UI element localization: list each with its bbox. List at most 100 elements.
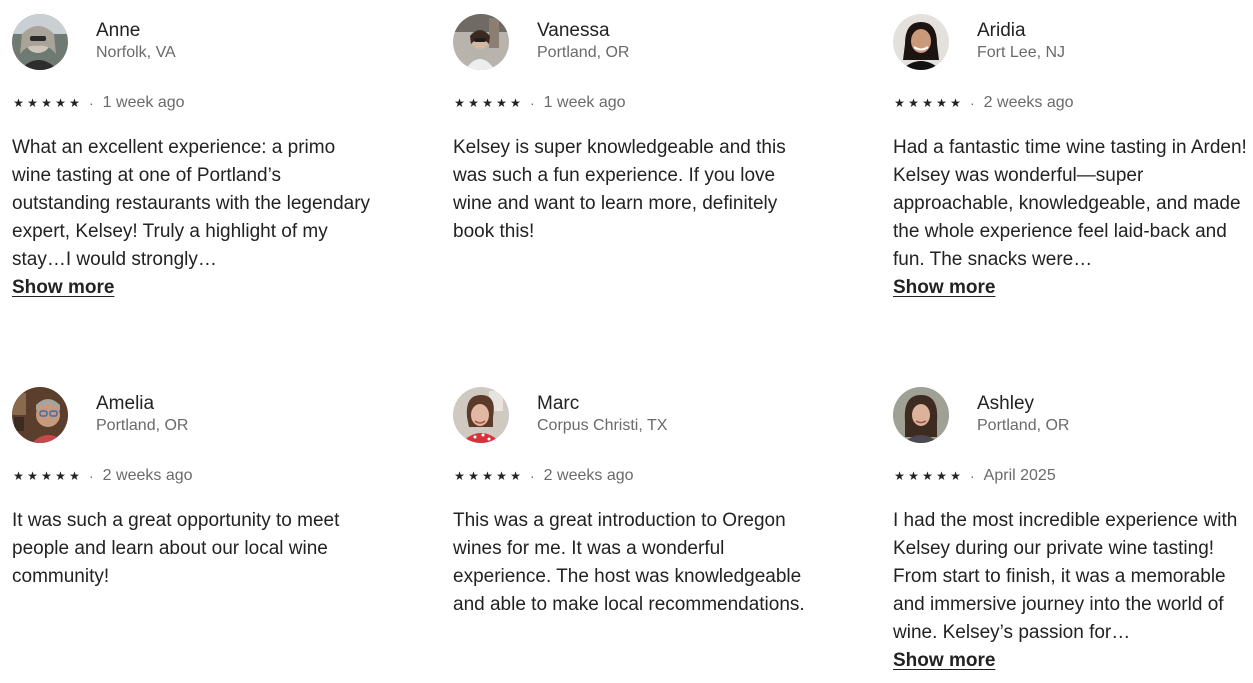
- reviewer-name[interactable]: Amelia: [96, 392, 188, 416]
- star-icon: ★: [510, 96, 521, 110]
- review-header: Aridia Fort Lee, NJ: [893, 14, 1249, 70]
- separator-dot: ·: [89, 95, 94, 111]
- separator-dot: ·: [970, 468, 975, 484]
- review-meta: ★ ★ ★ ★ ★ · 1 week ago: [12, 92, 372, 114]
- avatar-photo: [12, 14, 68, 70]
- star-icon: ★: [55, 469, 66, 483]
- reviewer-info: Anne Norfolk, VA: [96, 19, 176, 63]
- star-icon: ★: [950, 96, 961, 110]
- star-icon: ★: [41, 96, 52, 110]
- star-rating: ★ ★ ★ ★ ★: [893, 97, 962, 109]
- review-date: 1 week ago: [102, 94, 185, 111]
- reviewer-info: Marc Corpus Christi, TX: [537, 392, 667, 436]
- avatar[interactable]: [453, 387, 509, 443]
- star-rating: ★ ★ ★ ★ ★: [893, 470, 962, 482]
- star-icon: ★: [936, 96, 947, 110]
- review-card: Aridia Fort Lee, NJ ★ ★ ★ ★ ★ · 2 weeks ago …: [893, 14, 1249, 302]
- star-icon: ★: [908, 469, 919, 483]
- star-icon: ★: [454, 96, 465, 110]
- reviewer-name[interactable]: Ashley: [977, 392, 1069, 416]
- review-text: I had the most incredible experience wit…: [893, 510, 1238, 643]
- star-icon: ★: [496, 469, 507, 483]
- reviewer-location: Corpus Christi, TX: [537, 416, 668, 434]
- review-date: 2 weeks ago: [102, 467, 193, 484]
- review-card: Amelia Portland, OR ★ ★ ★ ★ ★ · 2 weeks ago …: [12, 387, 382, 591]
- show-more-link[interactable]: Show more: [893, 647, 995, 675]
- separator-dot: ·: [530, 468, 535, 484]
- review-meta: ★ ★ ★ ★ ★ · 1 week ago: [453, 92, 815, 114]
- reviewer-name[interactable]: Anne: [96, 19, 176, 43]
- avatar-photo: [12, 387, 68, 443]
- star-rating: ★ ★ ★ ★ ★: [12, 470, 81, 482]
- avatar-photo: [453, 387, 509, 443]
- star-icon: ★: [27, 96, 38, 110]
- star-icon: ★: [894, 469, 905, 483]
- review-meta: ★ ★ ★ ★ ★ · April 2025: [893, 465, 1251, 487]
- review-date: 2 weeks ago: [543, 467, 634, 484]
- reviews-grid: Anne Norfolk, VA ★ ★ ★ ★ ★ · 1 week ago What…: [0, 0, 1253, 683]
- star-icon: ★: [496, 96, 507, 110]
- star-icon: ★: [468, 96, 479, 110]
- reviewer-location: Portland, OR: [537, 43, 630, 61]
- avatar[interactable]: [12, 14, 68, 70]
- star-icon: ★: [936, 469, 947, 483]
- show-more-link[interactable]: Show more: [893, 274, 995, 302]
- reviewer-location: Fort Lee, NJ: [977, 43, 1066, 61]
- reviewer-name[interactable]: Vanessa: [537, 19, 629, 43]
- review-card: Marc Corpus Christi, TX ★ ★ ★ ★ ★ · 2 weeks …: [453, 387, 823, 619]
- reviewer-location: Portland, OR: [96, 416, 189, 434]
- star-icon: ★: [468, 469, 479, 483]
- separator-dot: ·: [530, 95, 535, 111]
- star-rating: ★ ★ ★ ★ ★: [453, 470, 522, 482]
- review-text: Kelsey is super knowledgeable and this w…: [453, 137, 786, 242]
- avatar-photo: [893, 14, 949, 70]
- reviewer-info: Amelia Portland, OR: [96, 392, 188, 436]
- avatar[interactable]: [453, 14, 509, 70]
- review-header: Vanessa Portland, OR: [453, 14, 815, 70]
- star-rating: ★ ★ ★ ★ ★: [453, 97, 522, 109]
- separator-dot: ·: [970, 95, 975, 111]
- reviewer-name[interactable]: Aridia: [977, 19, 1065, 43]
- star-rating: ★ ★ ★ ★ ★: [12, 97, 81, 109]
- avatar-photo: [453, 14, 509, 70]
- star-icon: ★: [55, 96, 66, 110]
- reviewer-info: Aridia Fort Lee, NJ: [977, 19, 1065, 63]
- review-date: 1 week ago: [543, 94, 626, 111]
- avatar[interactable]: [893, 14, 949, 70]
- star-icon: ★: [922, 469, 933, 483]
- review-date: 2 weeks ago: [983, 94, 1074, 111]
- review-header: Anne Norfolk, VA: [12, 14, 372, 70]
- reviewer-location: Norfolk, VA: [96, 43, 176, 61]
- star-icon: ★: [13, 469, 24, 483]
- star-icon: ★: [482, 469, 493, 483]
- star-icon: ★: [510, 469, 521, 483]
- avatar[interactable]: [12, 387, 68, 443]
- reviewer-name[interactable]: Marc: [537, 392, 667, 416]
- reviewer-info: Vanessa Portland, OR: [537, 19, 629, 63]
- review-text: Had a fantastic time wine tasting in Ard…: [893, 137, 1247, 270]
- star-icon: ★: [41, 469, 52, 483]
- star-icon: ★: [922, 96, 933, 110]
- review-card: Vanessa Portland, OR ★ ★ ★ ★ ★ · 1 week ago …: [453, 14, 815, 246]
- star-icon: ★: [13, 96, 24, 110]
- review-header: Amelia Portland, OR: [12, 387, 382, 443]
- review-text: What an excellent experience: a primo wi…: [12, 137, 371, 270]
- review-meta: ★ ★ ★ ★ ★ · 2 weeks ago: [12, 465, 382, 487]
- star-icon: ★: [454, 469, 465, 483]
- star-icon: ★: [69, 469, 80, 483]
- review-meta: ★ ★ ★ ★ ★ · 2 weeks ago: [893, 92, 1249, 114]
- star-icon: ★: [69, 96, 80, 110]
- star-icon: ★: [894, 96, 905, 110]
- review-date: April 2025: [983, 467, 1056, 484]
- star-icon: ★: [482, 96, 493, 110]
- review-card: Anne Norfolk, VA ★ ★ ★ ★ ★ · 1 week ago What…: [12, 14, 372, 302]
- star-icon: ★: [27, 469, 38, 483]
- avatar[interactable]: [893, 387, 949, 443]
- show-more-link[interactable]: Show more: [12, 274, 114, 302]
- reviewer-info: Ashley Portland, OR: [977, 392, 1069, 436]
- star-icon: ★: [908, 96, 919, 110]
- review-meta: ★ ★ ★ ★ ★ · 2 weeks ago: [453, 465, 823, 487]
- reviewer-location: Portland, OR: [977, 416, 1070, 434]
- review-text: This was a great introduction to Oregon …: [453, 510, 805, 615]
- star-icon: ★: [950, 469, 961, 483]
